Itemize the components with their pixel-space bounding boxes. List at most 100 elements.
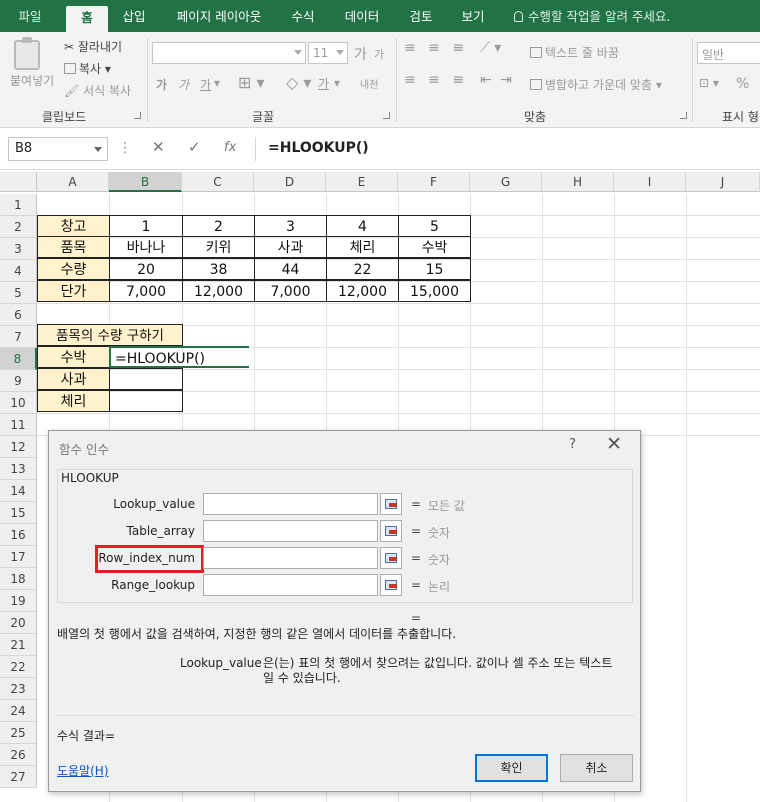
row-header[interactable]: 17 — [0, 546, 37, 568]
cell-e5[interactable]: 12,000 — [326, 280, 399, 302]
clipboard-launcher[interactable] — [134, 112, 141, 119]
row-header[interactable]: 6 — [0, 304, 37, 326]
accounting-format-icon[interactable]: ⊡ ▾ — [699, 76, 719, 90]
tab-review[interactable]: 검토 — [402, 0, 440, 32]
row-header[interactable]: 20 — [0, 612, 37, 634]
tell-me-box[interactable]: 수행할 작업을 알려 주세요. — [514, 0, 670, 32]
arg-input-range-lookup[interactable] — [203, 574, 378, 596]
cell-a9[interactable]: 사과 — [37, 368, 110, 390]
number-format-combo[interactable]: 일반 — [697, 42, 760, 64]
cell-c3[interactable]: 키위 — [182, 236, 255, 258]
row-header[interactable]: 7 — [0, 326, 37, 348]
tab-insert[interactable]: 삽입 — [114, 0, 154, 32]
row-header[interactable]: 21 — [0, 634, 37, 656]
arg-input-table-array[interactable] — [203, 520, 378, 542]
row-header[interactable]: 24 — [0, 700, 37, 722]
row-header[interactable]: 19 — [0, 590, 37, 612]
row-header[interactable]: 13 — [0, 458, 37, 480]
cell-d5[interactable]: 7,000 — [254, 280, 327, 302]
row-header[interactable]: 16 — [0, 524, 37, 546]
cell-a4[interactable]: 수량 — [37, 258, 110, 280]
cell-f4[interactable]: 15 — [398, 258, 471, 280]
bold-button[interactable]: 가 — [156, 76, 167, 93]
row-header[interactable]: 23 — [0, 678, 37, 700]
insert-function-icon[interactable]: fx — [224, 140, 236, 155]
col-header-f[interactable]: F — [398, 172, 470, 192]
cell-c5[interactable]: 12,000 — [182, 280, 255, 302]
col-header-d[interactable]: D — [254, 172, 326, 192]
row-header[interactable]: 22 — [0, 656, 37, 678]
cell-b3[interactable]: 바나나 — [109, 236, 183, 258]
tab-page-layout[interactable]: 페이지 레이아웃 — [168, 0, 270, 32]
align-left-icons[interactable]: ≡ ≡ ≡ — [404, 72, 468, 88]
cell-a10[interactable]: 체리 — [37, 390, 110, 412]
row-header[interactable]: 15 — [0, 502, 37, 524]
cell-d2[interactable]: 3 — [254, 215, 327, 237]
row-header[interactable]: 4 — [0, 260, 37, 282]
cell-e3[interactable]: 체리 — [326, 236, 399, 258]
row-header[interactable]: 3 — [0, 238, 37, 260]
arg-input-lookup-value[interactable] — [203, 493, 378, 515]
cell-a3[interactable]: 품목 — [37, 236, 110, 258]
cell-b5[interactable]: 7,000 — [109, 280, 183, 302]
range-select-icon[interactable] — [380, 574, 402, 596]
cell-e2[interactable]: 4 — [326, 215, 399, 237]
row-header[interactable]: 18 — [0, 568, 37, 590]
paste-icon[interactable] — [14, 37, 40, 70]
row-header[interactable]: 9 — [0, 370, 37, 392]
percent-button[interactable]: % — [736, 76, 749, 92]
cell-e4[interactable]: 22 — [326, 258, 399, 280]
row-header[interactable]: 25 — [0, 722, 37, 744]
formula-input[interactable]: =HLOOKUP() — [255, 137, 760, 161]
cell-f3[interactable]: 수박 — [398, 236, 471, 258]
cancel-icon[interactable]: ✕ — [152, 138, 165, 156]
row-header[interactable]: 10 — [0, 392, 37, 414]
paste-button[interactable]: 붙여넣기 — [10, 72, 54, 89]
row-header[interactable]: 11 — [0, 414, 37, 436]
col-header-b[interactable]: B — [109, 172, 182, 192]
cell-b10[interactable] — [109, 390, 183, 412]
row-header[interactable]: 8 — [0, 348, 37, 370]
fill-color-icon[interactable]: ◇ ▾ — [286, 73, 311, 92]
row-header[interactable]: 2 — [0, 216, 37, 238]
col-header-i[interactable]: I — [614, 172, 686, 192]
format-painter-button[interactable]: 🖌 서식 복사 — [64, 82, 131, 99]
row-header[interactable]: 27 — [0, 766, 37, 788]
alignment-launcher[interactable] — [680, 112, 687, 119]
tab-data[interactable]: 데이터 — [338, 0, 386, 32]
enter-icon[interactable]: ✓ — [188, 138, 201, 156]
close-icon[interactable]: ✕ — [606, 433, 622, 455]
shrink-font-button[interactable]: 가 — [374, 46, 384, 62]
wrap-text-button[interactable]: 텍스트 줄 바꿈 — [530, 44, 619, 61]
cell-d3[interactable]: 사과 — [254, 236, 327, 258]
underline-button[interactable]: 가 — [200, 76, 211, 93]
copy-button[interactable]: 복사 ▾ — [64, 60, 111, 77]
row-header[interactable]: 26 — [0, 744, 37, 766]
font-color-dropdown[interactable]: ▾ — [334, 76, 340, 90]
row-header[interactable]: 12 — [0, 436, 37, 458]
col-header-a[interactable]: A — [37, 172, 109, 192]
grow-font-button[interactable]: 가 — [354, 44, 367, 64]
cell-f2[interactable]: 5 — [398, 215, 471, 237]
indent-icons[interactable]: ⇤ ⇥ — [480, 72, 514, 88]
border-icon[interactable]: ⊞ ▾ — [238, 73, 265, 92]
cancel-button[interactable]: 취소 — [560, 754, 633, 782]
tab-formulas[interactable]: 수식 — [284, 0, 322, 32]
ok-button[interactable]: 확인 — [475, 754, 548, 782]
cell-a5[interactable]: 단가 — [37, 280, 110, 302]
font-size-combo[interactable]: 11 — [308, 42, 348, 64]
help-link[interactable]: 도움말(H) — [57, 762, 109, 779]
font-launcher[interactable] — [383, 112, 390, 119]
orientation-icon[interactable]: ⟋ ▾ — [480, 40, 501, 56]
cell-b9[interactable] — [109, 368, 183, 390]
cell-d4[interactable]: 44 — [254, 258, 327, 280]
cell-b4[interactable]: 20 — [109, 258, 183, 280]
cell-f5[interactable]: 15,000 — [398, 280, 471, 302]
tab-home[interactable]: 홈 — [66, 6, 108, 32]
cell-b8-active[interactable]: =HLOOKUP() — [109, 346, 249, 368]
col-header-h[interactable]: H — [542, 172, 614, 192]
range-select-icon[interactable] — [380, 520, 402, 542]
range-select-icon[interactable] — [380, 547, 402, 569]
merge-center-button[interactable]: 병합하고 가운데 맞춤 ▾ — [530, 76, 662, 93]
row-header[interactable]: 14 — [0, 480, 37, 502]
